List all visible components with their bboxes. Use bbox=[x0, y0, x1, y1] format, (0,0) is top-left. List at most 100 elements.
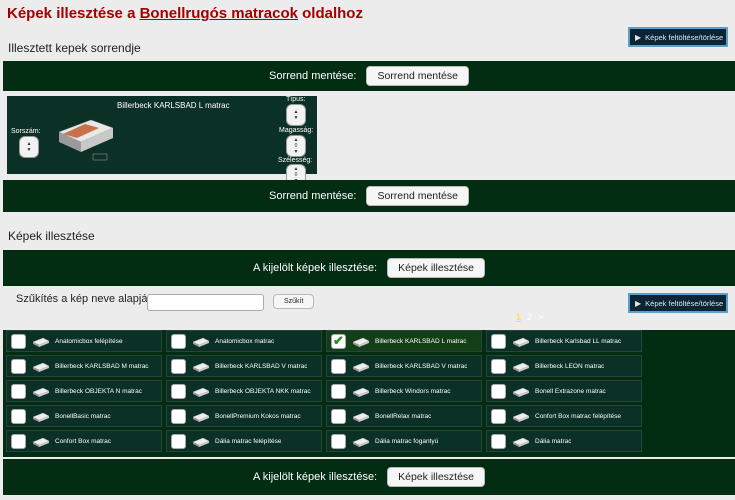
image-checkbox[interactable] bbox=[491, 333, 506, 349]
image-grid-item[interactable]: Confort Box matrac bbox=[6, 430, 162, 452]
mattress-thumbnail bbox=[192, 337, 210, 347]
category-link[interactable]: Bonellrugós matracok bbox=[140, 5, 298, 22]
image-grid-item[interactable]: Billerbeck OBJEKTA N matrac bbox=[6, 380, 162, 402]
image-name: Dália matrac bbox=[535, 437, 572, 445]
image-name: Anatomicbox felépítése bbox=[55, 337, 123, 345]
image-grid-item[interactable]: Billerbeck KARLSBAD V matrac bbox=[166, 355, 322, 377]
title-prefix: Képek illesztése a bbox=[7, 5, 140, 22]
page-current[interactable]: 1 bbox=[516, 312, 521, 322]
order-save-label: Sorrend mentése: bbox=[269, 190, 357, 202]
image-grid-item[interactable]: Dália matrac fogantyú bbox=[326, 430, 482, 452]
image-checkbox[interactable] bbox=[491, 383, 506, 399]
image-grid-item[interactable]: Anatomicbox matrac bbox=[166, 330, 322, 352]
upload-button-label: Képek feltöltése/törlése bbox=[645, 32, 724, 42]
image-checkbox[interactable] bbox=[171, 358, 186, 374]
image-checkbox[interactable] bbox=[171, 408, 186, 424]
image-checkbox[interactable] bbox=[331, 358, 346, 374]
image-grid-item[interactable]: Billerbeck KARLSBAD V matrac bbox=[326, 355, 482, 377]
sorszam-label: Sorszám: bbox=[11, 128, 41, 135]
image-checkbox[interactable] bbox=[171, 433, 186, 449]
image-checkbox[interactable] bbox=[331, 408, 346, 424]
title-suffix: oldalhoz bbox=[297, 5, 363, 22]
image-grid-item[interactable]: Dália matrac felépítése bbox=[166, 430, 322, 452]
image-name: Dália matrac fogantyú bbox=[375, 437, 439, 445]
card-title: Billerbeck KARLSBAD L matrac bbox=[117, 101, 230, 110]
mattress-thumbnail bbox=[352, 387, 370, 397]
image-name: Billerbeck KARLSBAD V matrac bbox=[375, 362, 468, 370]
match-apply-button[interactable]: Képek illesztése bbox=[387, 467, 485, 487]
image-checkbox[interactable] bbox=[331, 383, 346, 399]
image-grid-item[interactable]: Billerbeck Windors matrac bbox=[326, 380, 482, 402]
szelesseg-label: Szélesség: bbox=[278, 157, 313, 164]
play-icon: ▶ bbox=[635, 298, 642, 308]
image-grid-item[interactable]: Dália matrac bbox=[486, 430, 642, 452]
mattress-thumbnail bbox=[32, 387, 50, 397]
image-checkbox[interactable] bbox=[491, 358, 506, 374]
page-link[interactable]: 2 bbox=[527, 312, 532, 322]
mattress-thumbnail bbox=[192, 387, 210, 397]
filter-input[interactable] bbox=[147, 294, 264, 311]
image-grid-item[interactable]: Confort Box matrac felépítése bbox=[486, 405, 642, 427]
image-checkbox[interactable] bbox=[11, 333, 26, 349]
image-name: BonellBasic matrac bbox=[55, 412, 111, 420]
image-checkbox[interactable] bbox=[11, 358, 26, 374]
mattress-thumbnail bbox=[32, 412, 50, 422]
order-section-label: Illesztett kepek sorrendje bbox=[8, 41, 141, 55]
page-title: Képek illesztése a Bonellrugós matracok … bbox=[7, 5, 363, 22]
image-checkbox[interactable] bbox=[491, 408, 506, 424]
mattress-thumbnail bbox=[352, 412, 370, 422]
order-save-button[interactable]: Sorrend mentése bbox=[366, 66, 469, 86]
image-grid-item[interactable]: Billerbeck LEON matrac bbox=[486, 355, 642, 377]
image-checkbox[interactable] bbox=[331, 433, 346, 449]
image-grid-item[interactable]: Billerbeck KARLSBAD M matrac bbox=[6, 355, 162, 377]
play-icon: ▶ bbox=[635, 32, 642, 42]
mattress-thumbnail bbox=[32, 337, 50, 347]
image-name: Billerbeck KARLSBAD V matrac bbox=[215, 362, 308, 370]
arrow-down-icon: ▼ bbox=[293, 115, 299, 121]
matched-image-card: Billerbeck KARLSBAD L matrac Sorszám: ▲ ▼… bbox=[7, 96, 317, 186]
image-name: BonellPremium Kokos matrac bbox=[215, 412, 301, 420]
image-checkbox[interactable] bbox=[11, 383, 26, 399]
page-next[interactable]: > bbox=[538, 312, 543, 322]
match-apply-button[interactable]: Képek illesztése bbox=[387, 258, 485, 278]
mattress-thumbnail bbox=[512, 412, 530, 422]
mattress-thumbnail bbox=[192, 437, 210, 447]
image-checkbox[interactable]: ✔ bbox=[331, 333, 346, 349]
tipus-stepper[interactable]: ▲ ▼ bbox=[286, 104, 306, 126]
upload-delete-button[interactable]: ▶ Képek feltöltése/törlése bbox=[628, 27, 728, 47]
match-apply-bar-top: A kijelölt képek illesztése: Képek illes… bbox=[3, 250, 735, 286]
image-grid-item[interactable]: BonellRelax matrac bbox=[326, 405, 482, 427]
mattress-thumbnail bbox=[352, 337, 370, 347]
mattress-thumbnail bbox=[352, 362, 370, 372]
pagination: 1 2 > bbox=[516, 312, 543, 322]
image-name: BonellRelax matrac bbox=[375, 412, 432, 420]
image-grid-item[interactable]: Billerbeck Karlsbad LL matrac bbox=[486, 330, 642, 352]
image-checkbox[interactable] bbox=[171, 333, 186, 349]
image-checkbox[interactable] bbox=[11, 408, 26, 424]
filter-button[interactable]: Szűkít bbox=[273, 294, 315, 309]
image-checkbox[interactable] bbox=[11, 433, 26, 449]
sorszam-stepper[interactable]: ▲ ▼ bbox=[19, 136, 39, 158]
upload-button-label: Képek feltöltése/törlése bbox=[645, 298, 724, 308]
upload-delete-button-2[interactable]: ▶ Képek feltöltése/törlése bbox=[628, 293, 728, 313]
image-grid-item[interactable]: Anatomicbox felépítése bbox=[6, 330, 162, 352]
image-checkbox[interactable] bbox=[171, 383, 186, 399]
arrow-down-icon: ▼ bbox=[293, 149, 299, 155]
image-name: Billerbeck OBJEKTA N matrac bbox=[55, 387, 142, 395]
image-checkbox[interactable] bbox=[491, 433, 506, 449]
magassag-stepper[interactable]: ▲ 0 ▼ bbox=[286, 135, 306, 157]
image-grid-item[interactable]: Billerbeck OBJEKTA NKK matrac bbox=[166, 380, 322, 402]
order-save-button[interactable]: Sorrend mentése bbox=[366, 186, 469, 206]
image-name: Billerbeck Windors matrac bbox=[375, 387, 451, 395]
image-grid: 1 2 > Anatomicbox felépítése Anatomicbox … bbox=[3, 312, 735, 457]
tipus-label: Típus: bbox=[286, 96, 306, 103]
image-grid-item[interactable]: BonellPremium Kokos matrac bbox=[166, 405, 322, 427]
image-grid-item[interactable]: Bonell Extrazone matrac bbox=[486, 380, 642, 402]
filter-label: Szűkítés a kép neve alapján: bbox=[16, 293, 157, 305]
mattress-thumbnail bbox=[352, 437, 370, 447]
image-grid-item[interactable]: BonellBasic matrac bbox=[6, 405, 162, 427]
image-name: Dália matrac felépítése bbox=[215, 437, 282, 445]
mattress-thumbnail bbox=[32, 362, 50, 372]
match-apply-label: A kijelölt képek illesztése: bbox=[253, 262, 378, 274]
image-grid-item[interactable]: ✔ Billerbeck KARLSBAD L matrac bbox=[326, 330, 482, 352]
